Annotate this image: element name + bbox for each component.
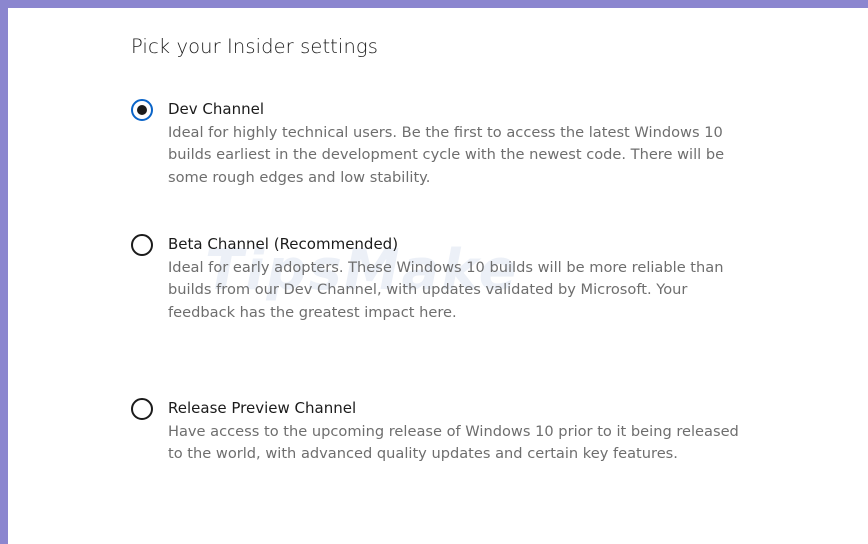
beta-channel-label[interactable]: Beta Channel (Recommended): [168, 234, 398, 255]
dev-channel-radio[interactable]: [131, 99, 153, 121]
release-preview-channel-radio[interactable]: [131, 398, 153, 420]
dev-channel-description: Ideal for highly technical users. Be the…: [168, 124, 725, 186]
beta-channel-radio[interactable]: [131, 234, 153, 256]
release-preview-channel-label[interactable]: Release Preview Channel: [168, 398, 356, 419]
release-preview-channel-description: Have access to the upcoming release of W…: [168, 423, 739, 463]
dev-channel-label[interactable]: Dev Channel: [168, 99, 264, 120]
page-title: Pick your Insider settings: [131, 35, 378, 58]
beta-channel-description: Ideal for early adopters. These Windows …: [168, 259, 724, 321]
radio-selected-dot: [137, 105, 147, 115]
insider-settings-dialog: Pick your Insider settings Dev Channel I…: [131, 34, 851, 462]
